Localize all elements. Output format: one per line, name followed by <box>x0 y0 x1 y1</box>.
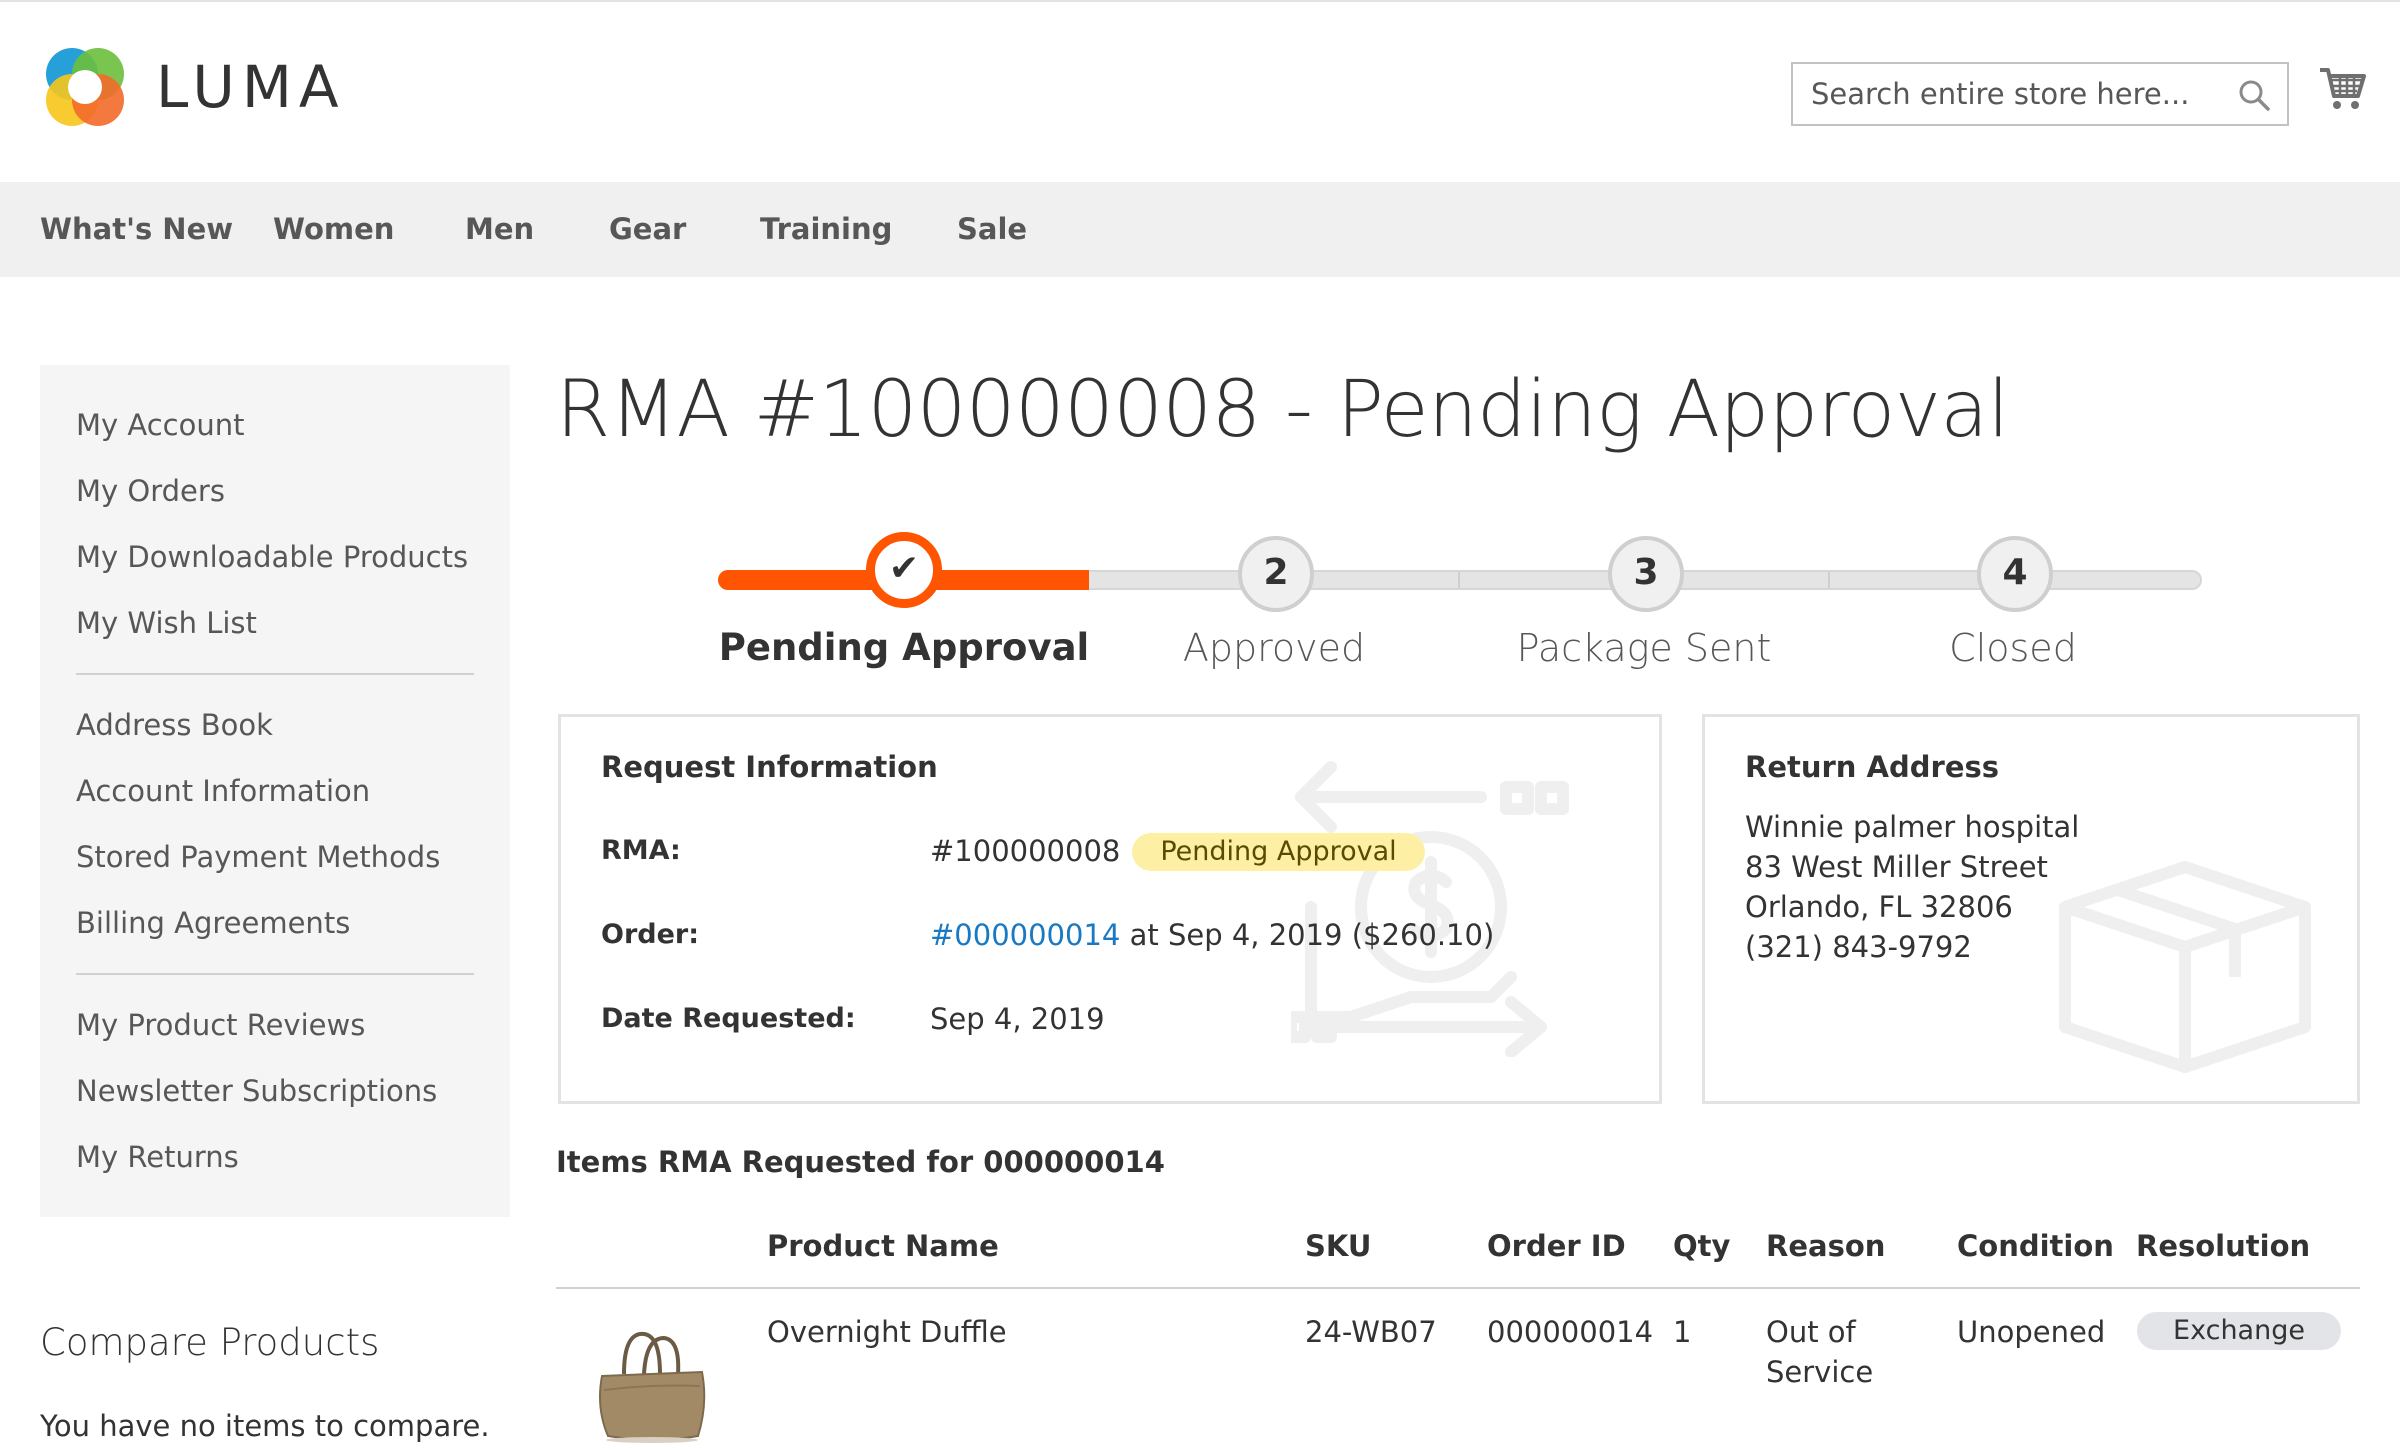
main-navigation: What's New Women Men Gear Training Sale <box>0 182 2400 277</box>
request-information-title: Request Information <box>601 750 938 784</box>
request-information-box: Request Information RMA: #100000008 Pendi… <box>558 714 1662 1104</box>
date-requested-label: Date Requested: <box>601 1003 856 1034</box>
order-details: at Sep 4, 2019 ($260.10) <box>1129 918 1495 952</box>
sidebar-divider <box>76 673 474 675</box>
address-line: (321) 843-9792 <box>1745 930 1972 964</box>
qty-cell: 1 <box>1673 1315 1692 1349</box>
sidebar-item-wish-list[interactable]: My Wish List <box>76 603 257 643</box>
cart-icon[interactable] <box>2318 66 2366 112</box>
step-4-label: Closed <box>1949 626 2077 670</box>
step-3-circle: 3 <box>1608 536 1684 612</box>
account-sidebar: My Account My Orders My Downloadable Pro… <box>40 365 510 1217</box>
nav-item-whats-new[interactable]: What's New <box>40 182 233 277</box>
step-2-circle: 2 <box>1238 536 1314 612</box>
return-address-box: Return Address Winnie palmer hospital 83… <box>1702 714 2360 1104</box>
search-icon[interactable] <box>2237 78 2271 112</box>
sidebar-item-account-information[interactable]: Account Information <box>76 771 370 811</box>
rma-number: #100000008 <box>930 834 1121 868</box>
logo-text[interactable]: LUMA <box>156 52 346 122</box>
luma-logo-icon[interactable] <box>40 42 130 132</box>
page-title: RMA #100000008 - Pending Approval <box>556 365 2009 455</box>
compare-products-empty: You have no items to compare. <box>40 1409 490 1443</box>
column-header-order-id: Order ID <box>1487 1229 1626 1263</box>
progress-separator <box>1458 572 1460 588</box>
sidebar-item-billing-agreements[interactable]: Billing Agreements <box>76 903 350 943</box>
step-2-label: Approved <box>1182 626 1366 670</box>
sidebar-item-my-orders[interactable]: My Orders <box>76 471 225 511</box>
product-name-cell: Overnight Duffle <box>767 1315 1007 1349</box>
column-header-reason: Reason <box>1766 1229 1886 1263</box>
nav-item-training[interactable]: Training <box>760 182 892 277</box>
sidebar-item-my-account[interactable]: My Account <box>76 405 245 445</box>
address-line: Orlando, FL 32806 <box>1745 890 2013 924</box>
table-header-divider <box>556 1287 2360 1289</box>
sidebar-item-product-reviews[interactable]: My Product Reviews <box>76 1005 365 1045</box>
column-header-condition: Condition <box>1957 1229 2114 1263</box>
sidebar-divider <box>76 973 474 975</box>
rma-value-row: #100000008 Pending Approval <box>930 831 1425 871</box>
sidebar-item-downloadable-products[interactable]: My Downloadable Products <box>76 537 468 577</box>
column-header-resolution: Resolution <box>2136 1229 2311 1263</box>
address-line: Winnie palmer hospital <box>1745 810 2080 844</box>
rma-label: RMA: <box>601 835 681 866</box>
nav-item-sale[interactable]: Sale <box>957 182 1027 277</box>
column-header-qty: Qty <box>1673 1229 1731 1263</box>
address-line: 83 West Miller Street <box>1745 850 2048 884</box>
progress-separator <box>1828 572 1830 588</box>
column-header-product-name: Product Name <box>767 1229 999 1263</box>
nav-item-women[interactable]: Women <box>273 182 394 277</box>
sidebar-item-my-returns[interactable]: My Returns <box>76 1137 239 1177</box>
order-id-cell: 000000014 <box>1487 1315 1654 1349</box>
step-3-label: Package Sent <box>1516 626 1772 670</box>
order-link[interactable]: #000000014 <box>930 918 1120 952</box>
money-return-watermark-icon <box>1291 761 1569 1057</box>
sku-cell: 24-WB07 <box>1305 1315 1437 1349</box>
sidebar-item-stored-payment-methods[interactable]: Stored Payment Methods <box>76 837 440 877</box>
date-requested-value: Sep 4, 2019 <box>930 1002 1105 1036</box>
step-1-label: Pending Approval <box>718 626 1090 669</box>
sidebar-item-address-book[interactable]: Address Book <box>76 705 273 745</box>
nav-item-gear[interactable]: Gear <box>609 182 686 277</box>
status-badge: Pending Approval <box>1132 833 1425 871</box>
top-border <box>0 0 2400 2</box>
reason-cell: Out of Service <box>1766 1315 1874 1389</box>
column-header-sku: SKU <box>1305 1229 1372 1263</box>
resolution-badge: Exchange <box>2137 1312 2341 1350</box>
condition-cell: Unopened <box>1957 1315 2106 1349</box>
compare-products-title: Compare Products <box>40 1321 380 1364</box>
step-1-check-icon: ✔ <box>866 532 942 608</box>
return-address-title: Return Address <box>1745 750 2000 784</box>
search-box[interactable] <box>1791 62 2289 126</box>
order-label: Order: <box>601 919 700 950</box>
search-input[interactable] <box>1793 64 2213 124</box>
nav-item-men[interactable]: Men <box>465 182 534 277</box>
package-watermark-icon <box>2059 861 2311 1073</box>
items-section-title: Items RMA Requested for 000000014 <box>556 1145 1165 1179</box>
sidebar-item-newsletter-subscriptions[interactable]: Newsletter Subscriptions <box>76 1071 437 1111</box>
product-image-duffle-bag[interactable] <box>594 1324 710 1444</box>
step-4-circle: 4 <box>1977 536 2053 612</box>
order-value-row: #000000014 at Sep 4, 2019 ($260.10) <box>930 915 1494 955</box>
